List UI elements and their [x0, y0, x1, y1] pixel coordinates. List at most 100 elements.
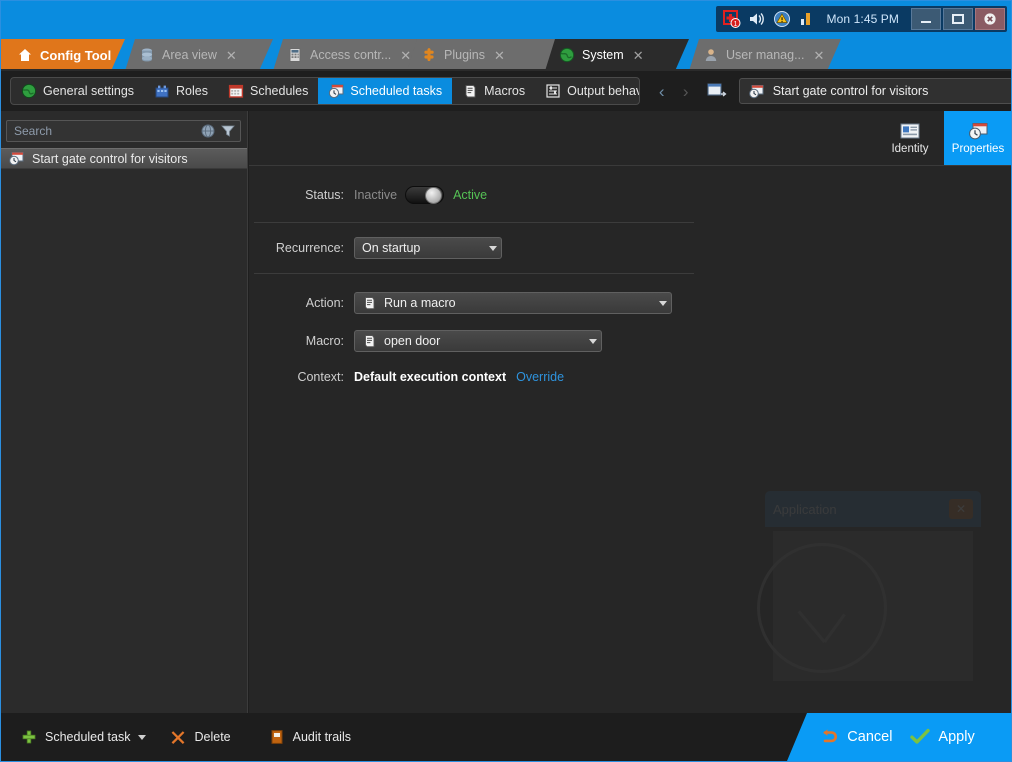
ribbon-item-label: Schedules	[250, 84, 308, 98]
tab-label: Plugins	[444, 48, 485, 62]
checkmark-icon	[910, 728, 930, 746]
system-icon	[559, 47, 575, 63]
warning-shield-icon[interactable]	[773, 10, 791, 28]
delete-button[interactable]: Delete	[160, 722, 240, 752]
funnel-icon[interactable]	[220, 123, 236, 139]
close-icon[interactable]: ✕	[400, 49, 411, 62]
recurrence-label: Recurrence:	[249, 241, 354, 255]
add-scheduled-task-button[interactable]: Scheduled task	[11, 722, 140, 752]
maximize-button[interactable]	[943, 8, 973, 30]
scheduled-task-icon	[748, 84, 765, 99]
ribbon-item-schedules[interactable]: Schedules	[218, 78, 318, 104]
context-override-link[interactable]: Override	[516, 370, 564, 384]
close-icon[interactable]: ✕	[226, 49, 237, 62]
context-label: Context:	[249, 370, 354, 384]
tab-identity[interactable]: Identity	[876, 111, 944, 165]
audit-trails-label: Audit trails	[293, 730, 351, 744]
tab-label: Properties	[952, 143, 1004, 155]
ghost-dialog-title: Application	[773, 502, 837, 517]
roles-icon	[154, 83, 170, 99]
breadcrumb[interactable]: Start gate control for visitors	[739, 78, 1012, 104]
tab-label: Config Tool	[40, 48, 111, 63]
macro-label: Macro:	[249, 334, 354, 348]
audit-trails-button[interactable]: Audit trails	[259, 722, 361, 752]
properties-icon	[967, 122, 989, 140]
ribbon-item-roles[interactable]: Roles	[144, 78, 218, 104]
commit-bar: Cancel Apply	[781, 713, 1012, 761]
scheduled-task-icon	[328, 83, 344, 99]
tab-config-tool[interactable]: Config Tool	[1, 39, 125, 71]
recurrence-select[interactable]: On startup	[354, 237, 502, 259]
list-item[interactable]: Start gate control for visitors	[1, 148, 247, 169]
scheduled-task-icon	[8, 151, 25, 166]
close-icon[interactable]: ✕	[494, 49, 505, 62]
action-select[interactable]: Run a macro	[354, 292, 672, 314]
svg-text:1: 1	[733, 21, 737, 28]
chevron-down-icon	[659, 301, 667, 306]
macro-select[interactable]: open door	[354, 330, 602, 352]
calendar-icon	[228, 83, 244, 99]
close-icon[interactable]: ✕	[633, 49, 644, 62]
add-scheduled-task-label: Scheduled task	[45, 730, 130, 744]
nav-forward-button[interactable]: ›	[676, 79, 696, 103]
minimize-button[interactable]	[911, 8, 941, 30]
ribbon-item-scheduled-tasks[interactable]: Scheduled tasks	[318, 78, 452, 104]
tab-user-management[interactable]: User manag... ✕	[689, 39, 841, 71]
tab-label: Area view	[162, 48, 217, 62]
ribbon-item-label: Roles	[176, 84, 208, 98]
plugins-icon	[421, 47, 437, 63]
health-alert-icon[interactable]: 1	[723, 10, 741, 28]
volume-icon[interactable]	[748, 10, 766, 28]
macro-row: Macro: open door	[249, 314, 1012, 352]
tab-properties[interactable]: Properties	[944, 111, 1012, 165]
ribbon-item-general-settings[interactable]: General settings	[11, 78, 144, 104]
close-icon: ✕	[949, 499, 973, 519]
ghost-dialog-body	[773, 531, 973, 681]
ribbon-item-label: Output behaviors	[567, 84, 640, 98]
recent-items-icon[interactable]	[706, 81, 728, 101]
close-button[interactable]	[975, 8, 1005, 30]
context-value: Default execution context	[354, 370, 506, 384]
ribbon-item-macros[interactable]: Macros	[452, 78, 535, 104]
status-toggle[interactable]	[405, 186, 444, 204]
status-inactive-label: Inactive	[354, 188, 397, 202]
ribbon-item-output-behaviors[interactable]: Output behaviors	[535, 78, 640, 104]
entity-tab-bar: Identity Properties	[876, 111, 1012, 165]
clock-time[interactable]: Mon 1:45 PM	[825, 12, 905, 26]
chevron-down-icon[interactable]	[138, 735, 146, 740]
undo-arrow-icon	[819, 728, 839, 746]
output-behavior-icon	[545, 83, 561, 99]
macro-value-wrap: open door	[362, 334, 581, 348]
tab-label: Access contr...	[310, 48, 391, 62]
ghost-dialog-titlebar: Application ✕	[765, 491, 981, 527]
title-bar: 1	[1, 1, 1012, 39]
module-button-group: General settings Roles	[10, 77, 640, 105]
cancel-button[interactable]: Cancel	[819, 728, 892, 746]
tab-area-view[interactable]: Area view ✕	[125, 39, 273, 71]
clock-icon	[757, 543, 887, 673]
network-icon[interactable]	[798, 10, 816, 28]
close-icon[interactable]: ✕	[814, 49, 825, 62]
action-row: Action: Run a macro	[249, 274, 1012, 314]
tab-plugins[interactable]: Plugins ✕	[407, 39, 559, 71]
globe-icon	[21, 83, 37, 99]
tab-label: System	[582, 48, 624, 62]
ghost-application-dialog: Application ✕	[765, 491, 981, 677]
identity-icon	[899, 122, 921, 140]
scheduled-task-list: Start gate control for visitors	[1, 148, 247, 169]
properties-form: Status: Inactive Active Recurrence: On s…	[249, 166, 1012, 384]
nav-back-button[interactable]: ‹	[652, 79, 672, 103]
status-label: Status:	[249, 188, 354, 202]
globe-icon[interactable]	[200, 123, 216, 139]
apply-button[interactable]: Apply	[910, 728, 974, 746]
macro-icon	[362, 334, 377, 348]
ribbon-item-label: Macros	[484, 84, 525, 98]
tab-label: Identity	[891, 143, 928, 155]
tab-system[interactable]: System ✕	[545, 39, 689, 71]
access-control-icon	[287, 47, 303, 63]
macro-value: open door	[384, 334, 440, 348]
config-tool-window: 1	[0, 0, 1012, 762]
system-tray: 1	[716, 6, 1007, 32]
status-row: Status: Inactive Active	[249, 166, 1012, 222]
search-input[interactable]: Search	[6, 120, 241, 142]
